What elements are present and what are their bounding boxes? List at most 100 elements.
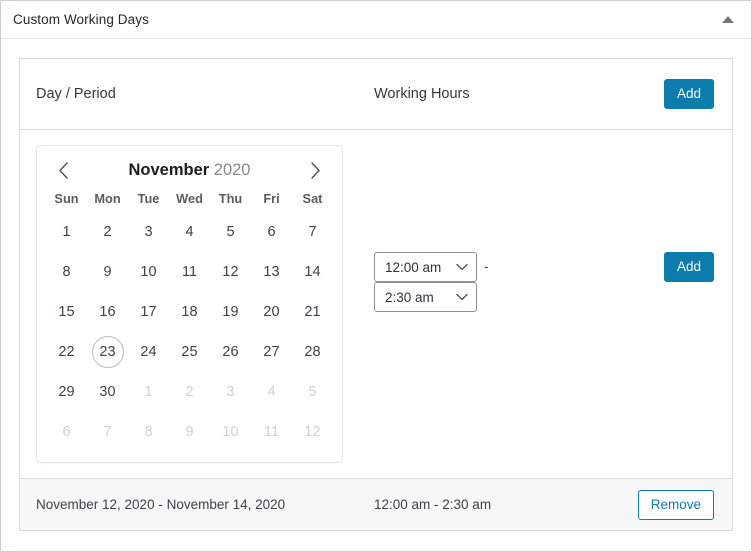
column-working-hours: Working Hours xyxy=(374,85,622,103)
datepicker-day[interactable]: 22 xyxy=(46,332,87,372)
datepicker-weekday: Mon xyxy=(94,191,121,206)
add-button-header[interactable]: Add xyxy=(663,79,714,109)
datepicker-day-outside: 12 xyxy=(292,412,333,452)
datepicker-day-number: 24 xyxy=(140,344,157,360)
datepicker-day-number: 27 xyxy=(263,344,280,360)
datepicker-day[interactable]: 19 xyxy=(210,292,251,332)
datepicker-day[interactable]: 30 xyxy=(87,372,128,412)
datepicker-day[interactable]: 8 xyxy=(46,252,87,292)
datepicker-day-number: 12 xyxy=(304,424,321,440)
page-title: Custom Working Days xyxy=(13,11,149,27)
end-time-select[interactable]: 2:30 am xyxy=(374,282,477,312)
datepicker-day-number: 7 xyxy=(103,424,112,440)
datepicker-day-number: 9 xyxy=(185,424,194,440)
datepicker-day[interactable]: 20 xyxy=(251,292,292,332)
datepicker-day-outside: 6 xyxy=(46,412,87,452)
datepicker-day[interactable]: 7 xyxy=(292,212,333,252)
table-header-row: Day / Period Working Hours Add xyxy=(20,59,732,130)
panel-header: Custom Working Days xyxy=(1,1,751,39)
datepicker-day-outside: 2 xyxy=(169,372,210,412)
datepicker-day-number: 8 xyxy=(144,424,153,440)
datepicker-day[interactable]: 23 xyxy=(87,332,128,372)
datepicker-day-number: 16 xyxy=(99,304,116,320)
entry-date-range: November 12, 2020 - November 14, 2020 xyxy=(36,496,286,512)
datepicker-day[interactable]: 14 xyxy=(292,252,333,292)
datepicker-day-number: 22 xyxy=(58,344,75,360)
datepicker-year: 2020 xyxy=(213,160,251,179)
datepicker-day-outside: 11 xyxy=(251,412,292,452)
datepicker-day-outside: 5 xyxy=(292,372,333,412)
datepicker-day-number: 13 xyxy=(263,264,280,280)
datepicker-day[interactable]: 21 xyxy=(292,292,333,332)
entry-actions-cell: Remove xyxy=(622,489,714,520)
chevron-right-icon[interactable] xyxy=(305,159,327,181)
datepicker-day[interactable]: 24 xyxy=(128,332,169,372)
add-button-row[interactable]: Add xyxy=(663,252,714,282)
datepicker-day[interactable]: 12 xyxy=(210,252,251,292)
datepicker-day-number: 23 xyxy=(91,336,124,368)
datepicker-day[interactable]: 2 xyxy=(87,212,128,252)
datepicker-day[interactable]: 5 xyxy=(210,212,251,252)
header-working-hours: Working Hours xyxy=(374,86,470,102)
datepicker-day-outside: 1 xyxy=(128,372,169,412)
start-time-select[interactable]: 12:00 am xyxy=(374,252,477,282)
datepicker[interactable]: November 2020 Sun Mon Tue Wed Thu Fri Sat 1234… xyxy=(36,145,343,463)
datepicker-day-number: 19 xyxy=(222,304,239,320)
working-hours-controls: 12:00 am - 2:30 am xyxy=(374,252,489,312)
datepicker-day-number: 30 xyxy=(99,384,116,400)
datepicker-day-grid[interactable]: 1 2 3 4 5 6 7 8 9 10 11 12 13 14 15 16 17 18 19 20 21 22 23 24 2… xyxy=(46,212,333,452)
datepicker-day-outside: 7 xyxy=(87,412,128,452)
datepicker-day-number: 5 xyxy=(308,384,317,400)
datepicker-day[interactable]: 29 xyxy=(46,372,87,412)
datepicker-day-outside: 10 xyxy=(210,412,251,452)
datepicker-day[interactable]: 28 xyxy=(292,332,333,372)
datepicker-day-number: 4 xyxy=(185,224,194,240)
remove-button[interactable]: Remove xyxy=(637,489,714,520)
datepicker-day[interactable]: 1 xyxy=(46,212,87,252)
start-time-row: 12:00 am - xyxy=(374,252,489,282)
datepicker-day-number: 17 xyxy=(140,304,157,320)
datepicker-day-number: 6 xyxy=(62,424,71,440)
datepicker-day-number: 10 xyxy=(140,264,157,280)
datepicker-day-number: 3 xyxy=(144,224,153,240)
datepicker-day[interactable]: 6 xyxy=(251,212,292,252)
start-time-value: 12:00 am xyxy=(385,259,442,275)
datepicker-day[interactable]: 9 xyxy=(87,252,128,292)
datepicker-day[interactable]: 15 xyxy=(46,292,87,332)
datepicker-day-number: 15 xyxy=(58,304,75,320)
table-body-row: November 2020 Sun Mon Tue Wed Thu Fri Sat 1234… xyxy=(20,130,732,478)
datepicker-day[interactable]: 17 xyxy=(128,292,169,332)
chevron-left-icon[interactable] xyxy=(52,159,74,181)
datepicker-day[interactable]: 13 xyxy=(251,252,292,292)
datepicker-day-number: 11 xyxy=(181,264,198,280)
datepicker-day-number: 2 xyxy=(185,384,194,400)
datepicker-day[interactable]: 10 xyxy=(128,252,169,292)
datepicker-weekday: Sun xyxy=(54,191,79,206)
column-actions: Add xyxy=(622,79,714,109)
datepicker-day[interactable]: 11 xyxy=(169,252,210,292)
caret-up-icon xyxy=(722,16,734,23)
entry-date-range-cell: November 12, 2020 - November 14, 2020 xyxy=(36,496,374,514)
panel-collapse-toggle[interactable] xyxy=(715,7,741,33)
datepicker-day[interactable]: 16 xyxy=(87,292,128,332)
datepicker-day[interactable]: 25 xyxy=(169,332,210,372)
datepicker-day[interactable]: 3 xyxy=(128,212,169,252)
panel-body: Day / Period Working Hours Add November … xyxy=(1,39,751,549)
datepicker-day-number: 14 xyxy=(304,264,321,280)
datepicker-day[interactable]: 26 xyxy=(210,332,251,372)
custom-working-days-panel: Custom Working Days Day / Period Working… xyxy=(0,0,752,552)
datepicker-month: November xyxy=(128,160,210,179)
datepicker-day-outside: 8 xyxy=(128,412,169,452)
datepicker-day[interactable]: 18 xyxy=(169,292,210,332)
add-button-row-wrapper: Add xyxy=(663,252,714,282)
datepicker-day[interactable]: 4 xyxy=(169,212,210,252)
end-time-value: 2:30 am xyxy=(385,289,434,305)
table-row: November 12, 2020 - November 14, 2020 12… xyxy=(20,478,732,530)
datepicker-day-number: 4 xyxy=(267,384,276,400)
working-days-table: Day / Period Working Hours Add November … xyxy=(19,58,733,531)
datepicker-day-number: 2 xyxy=(103,224,112,240)
datepicker-weekday: Tue xyxy=(137,191,160,206)
datepicker-day-outside: 9 xyxy=(169,412,210,452)
datepicker-day-number: 12 xyxy=(222,264,239,280)
datepicker-day[interactable]: 27 xyxy=(251,332,292,372)
